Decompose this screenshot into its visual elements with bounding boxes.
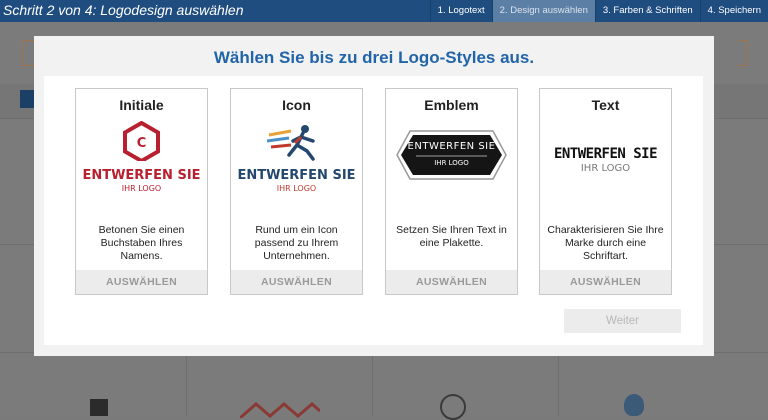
- select-text-button[interactable]: AUSWÄHLEN: [540, 270, 671, 294]
- step-navigation: 1. Logotext 2. Design auswählen 3. Farbe…: [429, 0, 768, 22]
- logo-text-line2: IHR LOGO: [580, 163, 631, 174]
- step-design-auswaehlen[interactable]: 2. Design auswählen: [491, 0, 595, 22]
- runner-icon: [266, 125, 315, 161]
- logo-text-line2: IHR LOGO: [121, 184, 162, 193]
- background-input-right: [738, 40, 747, 66]
- modal-heading: Wählen Sie bis zu drei Logo-Styles aus.: [213, 48, 535, 67]
- logo-text-line1: ENTWERFEN SIE: [237, 168, 356, 183]
- card-title: Emblem: [424, 97, 479, 113]
- step-title: Schritt 2 von 4: Logodesign auswählen: [3, 2, 244, 18]
- logo-text-line2: IHR LOGO: [434, 159, 469, 167]
- style-card-initiale[interactable]: Initiale C ENTWERFEN SIE IHR LOGO Betone…: [75, 88, 208, 295]
- card-description: Setzen Sie Ihren Text in eine Plakette.: [396, 224, 507, 249]
- background-button: [20, 90, 34, 108]
- hexagon-monogram-icon: C: [123, 121, 160, 161]
- select-icon-button[interactable]: AUSWÄHLEN: [231, 270, 362, 294]
- background-drop-icon: [624, 394, 644, 416]
- style-card-panel: Initiale C ENTWERFEN SIE IHR LOGO Betone…: [44, 76, 703, 345]
- select-initiale-button[interactable]: AUSWÄHLEN: [76, 270, 207, 294]
- background-logo-thumbnail: [90, 399, 108, 416]
- wizard-header: Schritt 2 von 4: Logodesign auswählen 1.…: [0, 0, 768, 22]
- style-card-emblem[interactable]: Emblem ENTWERFEN SIE IHR LOGO Setzen Sie…: [385, 88, 518, 295]
- logo-text-line1: ENTWERFEN SIE: [553, 146, 658, 162]
- step-logotext[interactable]: 1. Logotext: [429, 0, 492, 22]
- logo-text-line1: ENTWERFEN SIE: [82, 168, 201, 183]
- card-description: Rund um ein Icon passend zu Ihrem Untern…: [254, 224, 339, 262]
- style-card-icon[interactable]: Icon ENTWERFEN SIE IHR LOGO Rund um ein …: [230, 88, 363, 295]
- style-card-text[interactable]: Text ENTWERFEN SIE IHR LOGO Charakterisi…: [539, 88, 672, 295]
- card-title: Initiale: [119, 97, 164, 113]
- logo-style-modal: Wählen Sie bis zu drei Logo-Styles aus. …: [34, 36, 714, 356]
- card-description: Charakterisieren Sie Ihre Marke durch ei…: [547, 224, 664, 262]
- select-emblem-button[interactable]: AUSWÄHLEN: [386, 270, 517, 294]
- logo-text-line2: IHR LOGO: [276, 184, 317, 193]
- background-circle-icon: [440, 394, 466, 420]
- icon-logo-preview: ENTWERFEN SIE IHR LOGO: [231, 119, 362, 201]
- initial-logo-preview: C ENTWERFEN SIE IHR LOGO: [76, 119, 207, 201]
- step-speichern[interactable]: 4. Speichern: [699, 0, 768, 22]
- step-farben-schriften[interactable]: 3. Farben & Schriften: [594, 0, 700, 22]
- monogram-letter: C: [137, 136, 147, 151]
- card-description: Betonen Sie einen Buchstaben Ihres Namen…: [98, 224, 185, 262]
- continue-button[interactable]: Weiter: [564, 309, 681, 333]
- emblem-logo-preview: ENTWERFEN SIE IHR LOGO: [386, 119, 517, 201]
- card-title: Icon: [282, 97, 311, 113]
- card-title: Text: [591, 97, 620, 113]
- logo-text-line1: ENTWERFEN SIE: [407, 141, 496, 152]
- text-logo-preview: ENTWERFEN SIE IHR LOGO: [540, 119, 671, 201]
